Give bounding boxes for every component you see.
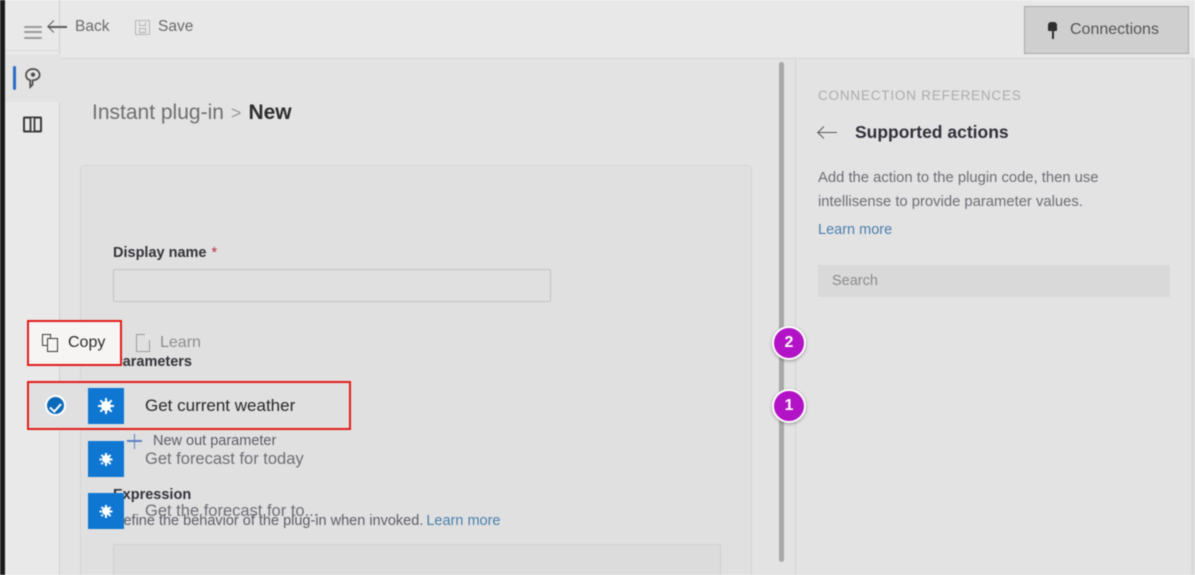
panel-description: Add the action to the plugin code, then … bbox=[818, 170, 1099, 210]
action-label: Get forecast for today bbox=[145, 449, 304, 468]
get-current-weather-action[interactable]: Get current weather bbox=[27, 381, 351, 430]
display-name-label-text: Display name bbox=[113, 245, 207, 261]
panel-back-icon[interactable] bbox=[818, 126, 837, 140]
save-button-label: Save bbox=[158, 18, 194, 35]
plugin-icon bbox=[24, 68, 40, 89]
back-button-label: Back bbox=[75, 18, 110, 35]
expression-editor[interactable] bbox=[113, 544, 721, 575]
panel-learn-more-link[interactable]: Learn more bbox=[818, 222, 892, 238]
required-marker: * bbox=[211, 245, 218, 261]
back-button[interactable]: Back bbox=[48, 18, 109, 36]
breadcrumb-parent[interactable]: Instant plug-in bbox=[92, 101, 224, 124]
search-placeholder: Search bbox=[832, 273, 878, 289]
hamburger-glyph bbox=[23, 25, 42, 39]
save-icon bbox=[135, 19, 150, 35]
document-icon bbox=[136, 333, 151, 352]
main-scrollbar[interactable] bbox=[779, 62, 784, 562]
step-badge-2: 2 bbox=[772, 326, 806, 360]
checkmark-icon bbox=[45, 395, 66, 416]
app-window: Back Save Connections Instant plug-in > Ne… bbox=[0, 0, 1195, 575]
page-title: Supported actions bbox=[855, 122, 1009, 142]
copy-icon bbox=[42, 334, 59, 352]
panel-eyebrow-label: CONNECTION REFERENCES bbox=[818, 88, 1022, 103]
plug-icon bbox=[1047, 21, 1058, 39]
left-navigation-rail bbox=[0, 0, 60, 575]
display-name-input[interactable] bbox=[113, 269, 551, 302]
supported-actions-panel: CONNECTION REFERENCES Supported actions … bbox=[795, 59, 1195, 575]
arrow-left-icon bbox=[48, 20, 67, 34]
copy-button[interactable]: Copy bbox=[27, 320, 122, 366]
display-name-label: Display name * bbox=[113, 245, 217, 261]
breadcrumb-separator: > bbox=[230, 103, 242, 123]
sidebar-item-plugins[interactable] bbox=[5, 54, 60, 102]
connections-button[interactable]: Connections bbox=[1024, 6, 1189, 54]
learn-button[interactable]: Learn bbox=[136, 320, 201, 366]
connections-button-label: Connections bbox=[1070, 21, 1159, 38]
search-input[interactable]: Search bbox=[818, 265, 1170, 297]
list-item[interactable]: Get forecast for today bbox=[88, 441, 304, 477]
copy-button-label: Copy bbox=[68, 334, 106, 351]
save-button[interactable]: Save bbox=[135, 18, 193, 36]
action-label: Get current weather bbox=[145, 395, 296, 415]
weather-sun-icon bbox=[88, 493, 124, 529]
library-icon bbox=[23, 116, 42, 132]
expression-learn-more-link[interactable]: Learn more bbox=[426, 513, 500, 529]
breadcrumb: Instant plug-in > New bbox=[92, 101, 292, 125]
selection-indicator bbox=[13, 66, 16, 90]
weather-sun-icon bbox=[88, 441, 124, 477]
step-badge-1: 1 bbox=[772, 389, 806, 423]
panel-header: Supported actions bbox=[818, 122, 1009, 143]
breadcrumb-current: New bbox=[248, 101, 292, 124]
panel-scrollbar[interactable] bbox=[1191, 59, 1195, 575]
learn-button-label: Learn bbox=[160, 334, 201, 351]
weather-sun-icon bbox=[88, 387, 124, 424]
action-label: Get the forecast for to... bbox=[145, 501, 319, 520]
list-item[interactable]: Get the forecast for to... bbox=[88, 493, 318, 529]
sidebar-item-library[interactable] bbox=[5, 100, 60, 148]
